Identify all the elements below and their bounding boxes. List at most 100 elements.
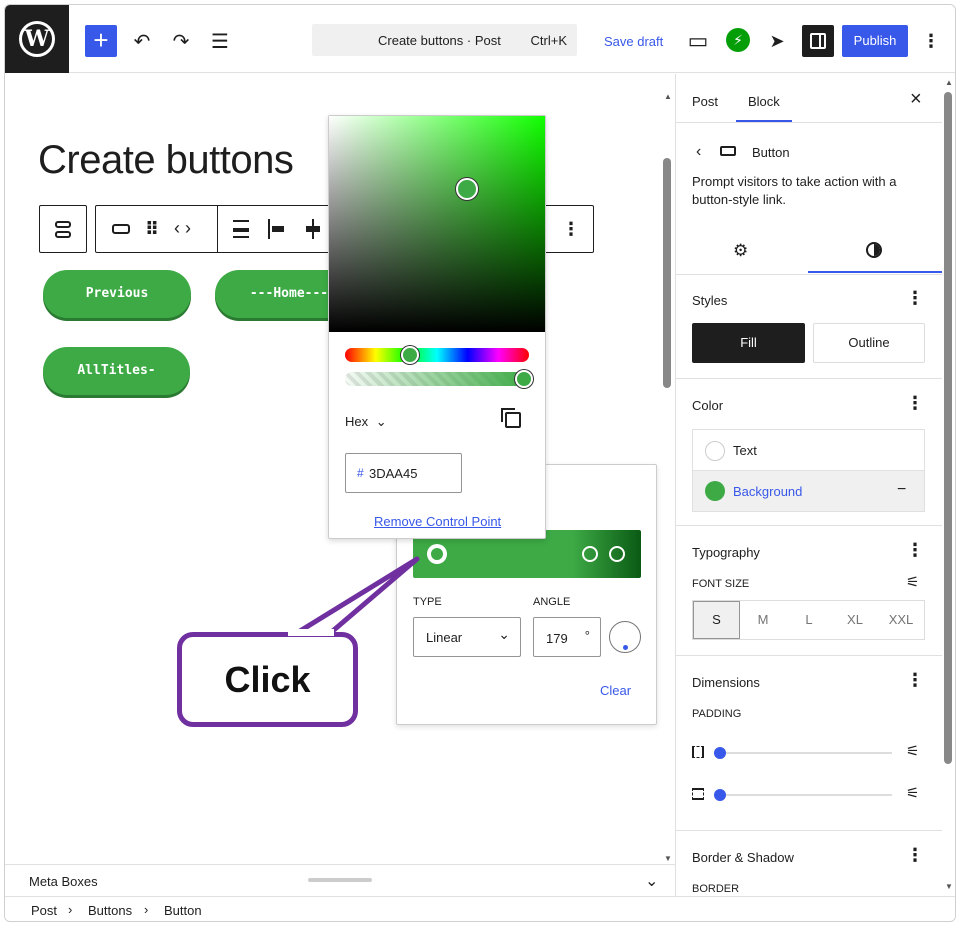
chevron-down-icon[interactable]: ⌄ bbox=[645, 871, 658, 891]
jetpack-icon[interactable]: ⚡ bbox=[726, 28, 750, 52]
remove-control-point-link[interactable]: Remove Control Point bbox=[374, 514, 501, 529]
styles-panel: Styles ⋮ Fill Outline bbox=[676, 274, 942, 378]
text-color-item[interactable]: Text bbox=[692, 429, 925, 471]
sidebar-scrollbar[interactable] bbox=[944, 92, 952, 764]
gradient-stop[interactable] bbox=[582, 546, 598, 562]
saturation-handle[interactable] bbox=[456, 178, 478, 200]
click-callout: Click bbox=[177, 632, 358, 727]
chevron-right-icon: › bbox=[144, 902, 149, 917]
color-format-select[interactable]: Hex ⌄ bbox=[345, 414, 387, 430]
clear-button[interactable]: Clear bbox=[600, 683, 631, 698]
save-draft-button[interactable]: Save draft bbox=[604, 34, 663, 49]
gradient-stop[interactable] bbox=[609, 546, 625, 562]
angle-dial[interactable] bbox=[609, 621, 641, 653]
align-left-icon[interactable] bbox=[268, 219, 270, 239]
add-block-button[interactable]: + bbox=[85, 25, 117, 57]
angle-input[interactable]: 179 ° bbox=[533, 617, 601, 657]
padding-horizontal-handle[interactable] bbox=[714, 789, 726, 801]
dimensions-panel: Dimensions ⋮ PADDING ⚟ ⚟ bbox=[676, 655, 942, 830]
hue-handle[interactable] bbox=[401, 346, 419, 364]
move-arrows-icon[interactable]: ‹ › bbox=[174, 218, 191, 239]
preview-device-icon[interactable]: ▭ bbox=[684, 27, 712, 55]
font-size-xxl[interactable]: XXL bbox=[878, 601, 924, 639]
sidebar-icon bbox=[810, 33, 826, 49]
back-icon[interactable]: ‹ bbox=[696, 143, 701, 161]
scroll-up-icon[interactable]: ▲ bbox=[945, 78, 953, 87]
angle-label: ANGLE bbox=[533, 596, 571, 608]
border-title: Border & Shadow bbox=[692, 850, 794, 865]
padding-horizontal-slider[interactable] bbox=[716, 794, 892, 796]
custom-size-icon[interactable]: ⚟ bbox=[906, 573, 919, 591]
font-size-s[interactable]: S bbox=[693, 601, 740, 639]
gradient-type-select[interactable]: Linear ⌄ bbox=[413, 617, 521, 657]
alltitles-button[interactable]: AllTitles- bbox=[43, 347, 190, 395]
breadcrumb-post[interactable]: Post bbox=[31, 903, 57, 918]
remove-icon[interactable]: − bbox=[897, 481, 906, 499]
scroll-down-icon[interactable]: ▼ bbox=[664, 854, 672, 863]
breadcrumb-button: Button bbox=[164, 903, 202, 918]
button-block-icon[interactable] bbox=[112, 224, 130, 234]
font-size-control: S M L XL XXL bbox=[692, 600, 925, 640]
resize-handle[interactable] bbox=[308, 878, 372, 882]
alpha-slider[interactable] bbox=[345, 370, 533, 388]
styles-icon[interactable] bbox=[866, 242, 882, 258]
alpha-handle[interactable] bbox=[515, 370, 533, 388]
post-title[interactable]: Create buttons bbox=[38, 138, 294, 183]
previous-button[interactable]: Previous bbox=[43, 270, 191, 318]
settings-toggle-button[interactable] bbox=[802, 25, 834, 57]
tab-post[interactable]: Post bbox=[692, 94, 718, 109]
publish-button[interactable]: Publish bbox=[842, 25, 908, 57]
list-view-icon[interactable]: ☰ bbox=[206, 27, 234, 55]
typography-options-icon[interactable]: ⋮ bbox=[906, 541, 924, 559]
styles-title: Styles bbox=[692, 293, 728, 308]
close-icon[interactable]: × bbox=[910, 88, 922, 111]
style-fill-option[interactable]: Fill bbox=[692, 323, 805, 363]
border-options-icon[interactable]: ⋮ bbox=[906, 846, 924, 864]
padding-horizontal-custom-icon[interactable]: ⚟ bbox=[906, 784, 919, 802]
justify-icon[interactable] bbox=[233, 220, 249, 238]
meta-boxes-label: Meta Boxes bbox=[29, 874, 98, 889]
wordpress-logo[interactable]: W bbox=[5, 5, 69, 73]
scroll-up-icon[interactable]: ▲ bbox=[664, 92, 672, 101]
command-palette-button[interactable]: Create buttons · Post Ctrl+K bbox=[312, 24, 577, 56]
meta-boxes-bar[interactable]: Meta Boxes ⌄ bbox=[5, 864, 675, 896]
editor-scrollbar[interactable] bbox=[663, 158, 671, 388]
background-color-item[interactable]: Background − bbox=[692, 470, 925, 512]
drag-handle-icon[interactable]: ⠿ bbox=[145, 219, 159, 240]
scroll-down-icon[interactable]: ▼ bbox=[945, 882, 953, 891]
color-options-icon[interactable]: ⋮ bbox=[906, 394, 924, 412]
divider bbox=[217, 206, 218, 252]
font-size-label: FONT SIZE bbox=[692, 578, 750, 590]
block-options-icon[interactable]: ⋮ bbox=[562, 220, 580, 238]
styles-options-icon[interactable]: ⋮ bbox=[906, 289, 924, 307]
hue-slider[interactable] bbox=[345, 346, 529, 364]
breadcrumb-buttons[interactable]: Buttons bbox=[88, 903, 132, 918]
border-label: BORDER bbox=[692, 883, 740, 895]
color-title: Color bbox=[692, 398, 724, 413]
settings-gear-icon[interactable]: ⚙ bbox=[733, 241, 748, 261]
redo-icon[interactable]: ↷ bbox=[167, 27, 195, 55]
padding-vertical-slider[interactable] bbox=[716, 752, 892, 754]
hex-prefix: # bbox=[357, 466, 364, 480]
font-size-l[interactable]: L bbox=[786, 601, 832, 639]
padding-vertical-custom-icon[interactable]: ⚟ bbox=[906, 742, 919, 760]
gradient-stop-selected[interactable] bbox=[429, 546, 445, 562]
top-toolbar: W + ↶ ↷ ☰ Create buttons · Post Ctrl+K S… bbox=[5, 5, 955, 73]
style-outline-option[interactable]: Outline bbox=[813, 323, 925, 363]
dimensions-options-icon[interactable]: ⋮ bbox=[906, 671, 924, 689]
font-size-xl[interactable]: XL bbox=[832, 601, 878, 639]
angle-value: 179 bbox=[546, 631, 568, 646]
tab-block[interactable]: Block bbox=[748, 94, 780, 109]
parent-block-button[interactable] bbox=[39, 205, 87, 253]
padding-vertical-handle[interactable] bbox=[714, 747, 726, 759]
hex-input[interactable]: # 3DAA45 bbox=[345, 453, 462, 493]
options-menu-icon[interactable]: ⋮ bbox=[917, 27, 945, 55]
font-size-m[interactable]: M bbox=[740, 601, 786, 639]
command-title: Create buttons · Post bbox=[378, 33, 501, 48]
undo-icon[interactable]: ↶ bbox=[128, 27, 156, 55]
copy-icon[interactable] bbox=[501, 408, 521, 428]
saturation-value-area[interactable] bbox=[329, 116, 545, 332]
send-icon[interactable]: ➤ bbox=[763, 27, 791, 55]
active-subtab-indicator bbox=[808, 271, 942, 273]
hex-value: 3DAA45 bbox=[369, 466, 418, 481]
